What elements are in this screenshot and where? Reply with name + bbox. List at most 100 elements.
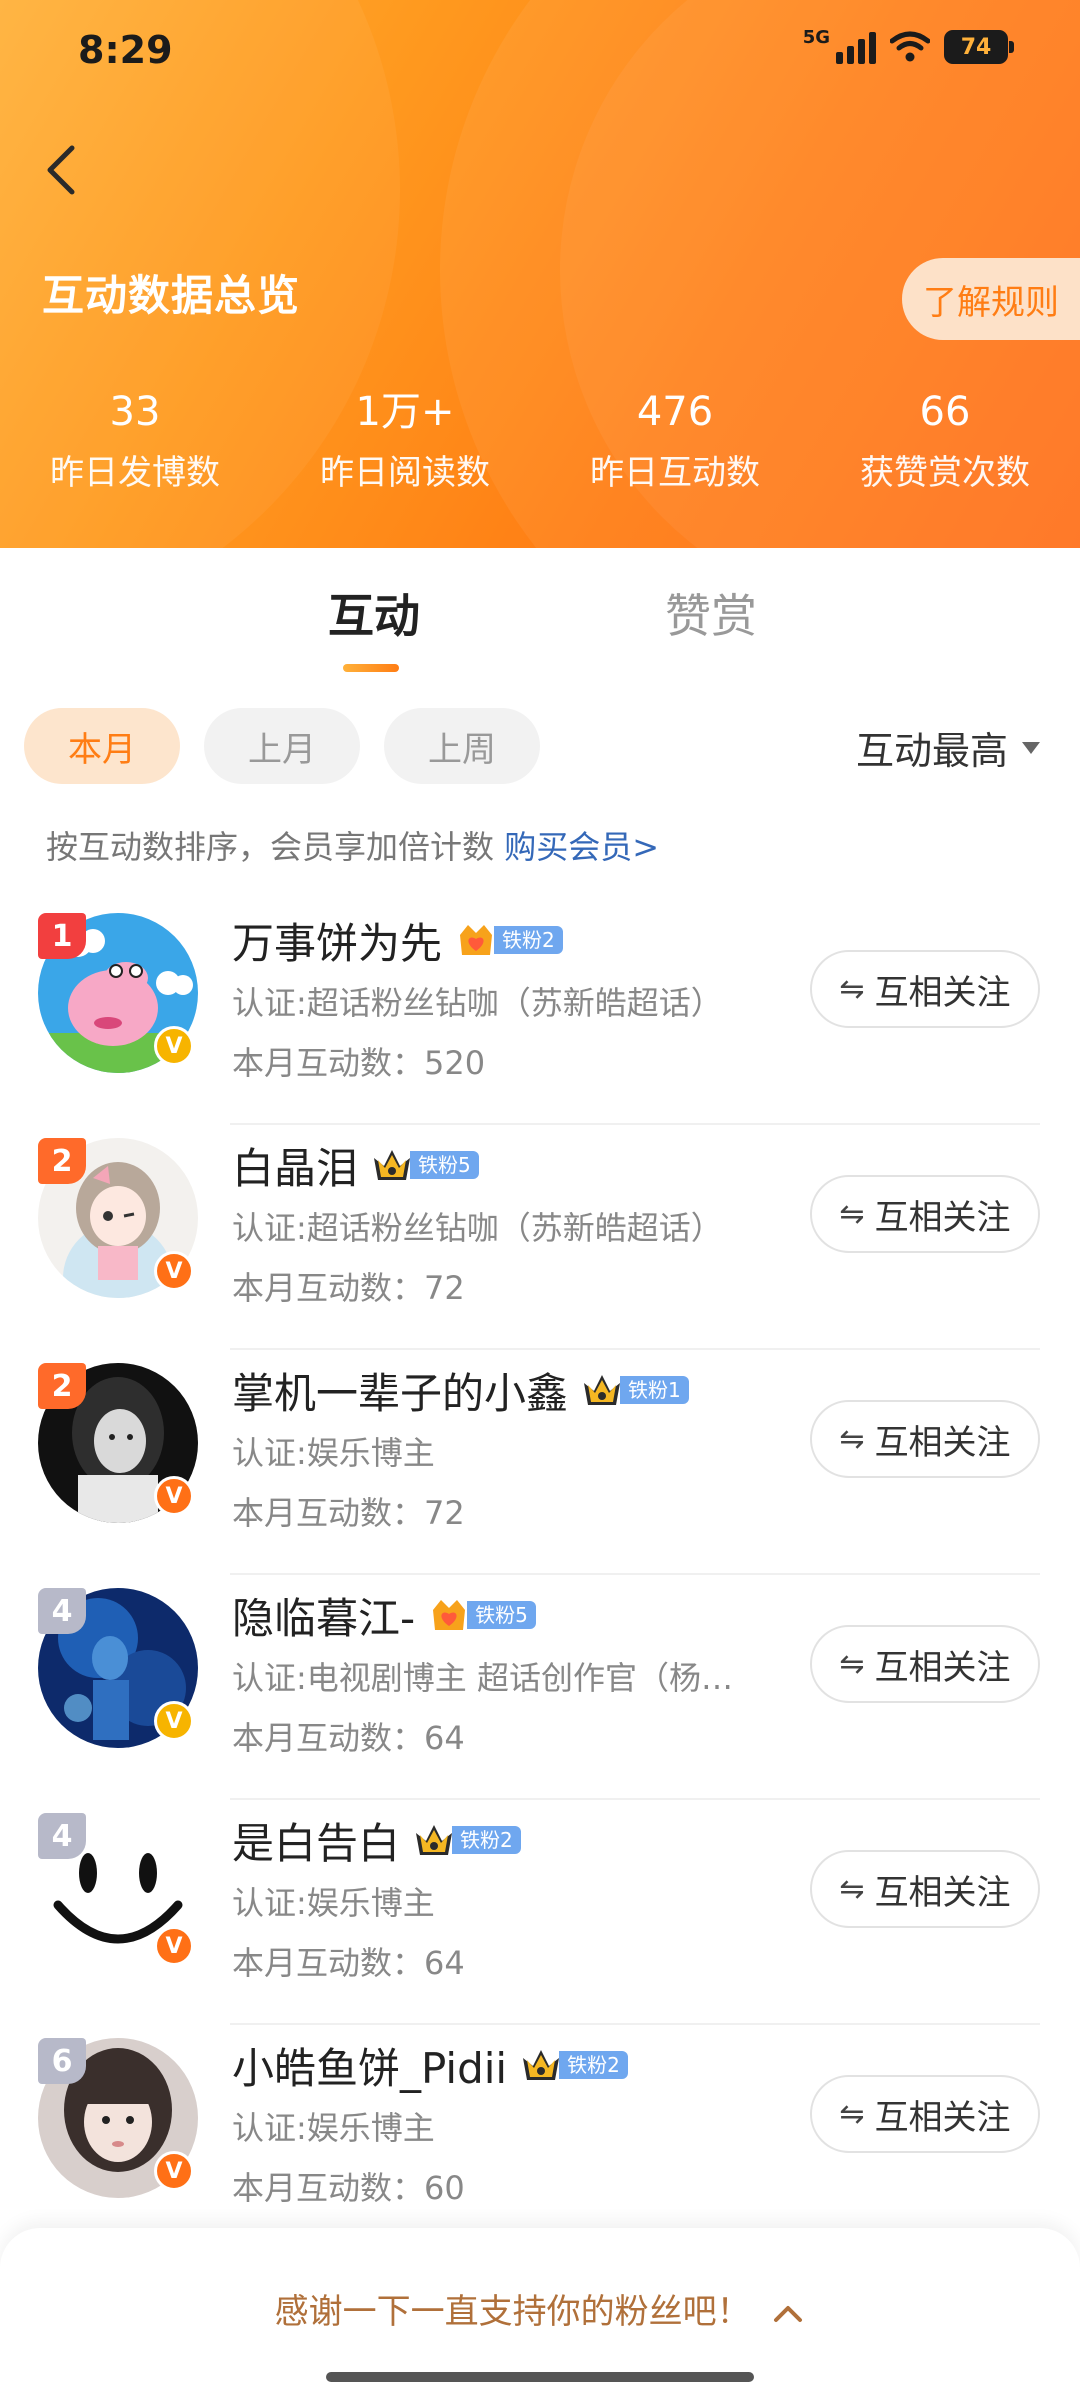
heart-crown-icon bbox=[460, 925, 493, 955]
monthly-count: 本月互动数：72 bbox=[232, 1269, 465, 1307]
swap-arrows-icon: ⇋ bbox=[839, 1646, 865, 1682]
rank-badge: 2 bbox=[38, 1363, 86, 1409]
list-item[interactable]: 6 V 小皓鱼饼_Pidii 铁粉2 认证:娱乐博主 本月互动数：60 ⇋ 互相… bbox=[0, 2025, 1080, 2250]
fan-badge: 铁粉5 bbox=[370, 1146, 479, 1184]
rank-badge: 6 bbox=[38, 2038, 86, 2084]
list-item[interactable]: 4 V 是白告白 铁粉2 认证:娱乐博主 本月互动数：64 ⇋ 互相关注 bbox=[0, 1800, 1080, 2025]
rank-badge: 4 bbox=[38, 1813, 86, 1859]
crown-icon bbox=[584, 1375, 621, 1405]
crown-icon bbox=[523, 2050, 560, 2080]
user-name[interactable]: 万事饼为先 bbox=[232, 910, 442, 971]
fan-badge: 铁粉2 bbox=[454, 921, 563, 959]
stats-row: 33 昨日发博数 1万+ 昨日阅读数 476 昨日互动数 66 获赞赏次数 bbox=[0, 385, 1080, 494]
fan-badge-label: 铁粉1 bbox=[620, 1376, 689, 1404]
fan-badge-label: 铁粉2 bbox=[494, 926, 563, 954]
filter-last-month[interactable]: 上月 bbox=[204, 708, 360, 784]
tab-interaction[interactable]: 互动 bbox=[328, 580, 420, 646]
stat-label: 昨日发博数 bbox=[50, 453, 220, 493]
fan-badge-label: 铁粉2 bbox=[452, 1826, 521, 1854]
mutual-follow-button[interactable]: ⇋ 互相关注 bbox=[810, 1850, 1040, 1928]
filter-this-month[interactable]: 本月 bbox=[24, 708, 180, 784]
sort-label: 互动最高 bbox=[855, 729, 1008, 773]
fan-badge-label: 铁粉2 bbox=[559, 2051, 628, 2079]
mutual-follow-button[interactable]: ⇋ 互相关注 bbox=[810, 1400, 1040, 1478]
crown-icon bbox=[374, 1150, 411, 1180]
verified-icon: V bbox=[154, 1701, 194, 1741]
tab-reward[interactable]: 赞赏 bbox=[665, 580, 757, 646]
user-info: 掌机一辈子的小鑫 铁粉1 认证:娱乐博主 本月互动数：72 bbox=[232, 1360, 792, 1534]
follow-label: 互相关注 bbox=[874, 1872, 1011, 1913]
tab-bar: 互动 赞赏 bbox=[0, 580, 1080, 680]
wifi-icon bbox=[890, 31, 930, 62]
filter-last-week[interactable]: 上周 bbox=[384, 708, 540, 784]
signal-icon bbox=[836, 30, 876, 64]
buy-membership-link[interactable]: 购买会员> bbox=[504, 828, 659, 866]
hint-text: 按互动数排序，会员享加倍计数 bbox=[46, 828, 505, 866]
user-certification: 认证:超话粉丝钻咖（苏新皓超话） bbox=[232, 1209, 723, 1247]
swap-arrows-icon: ⇋ bbox=[839, 1871, 865, 1907]
fan-badge: 铁粉5 bbox=[427, 1596, 536, 1634]
stat-posts: 33 昨日发博数 bbox=[0, 385, 270, 494]
user-info: 隐临暮江- 铁粉5 认证:电视剧博主 超话创作官（杨… 本月互动数：64 bbox=[232, 1585, 792, 1759]
chevron-left-icon bbox=[47, 145, 75, 195]
stat-rewards: 66 获赞赏次数 bbox=[810, 385, 1080, 494]
stat-value: 476 bbox=[636, 389, 714, 435]
user-name[interactable]: 掌机一辈子的小鑫 bbox=[232, 1360, 568, 1421]
monthly-count: 本月互动数：64 bbox=[232, 1944, 465, 1982]
sort-dropdown[interactable]: 互动最高 bbox=[856, 720, 1040, 775]
stat-value: 33 bbox=[109, 389, 161, 435]
sort-hint: 按互动数排序，会员享加倍计数 购买会员> bbox=[46, 822, 659, 868]
rank-badge: 1 bbox=[38, 913, 86, 959]
user-certification: 认证:娱乐博主 bbox=[232, 1884, 435, 1922]
verified-icon: V bbox=[154, 1026, 194, 1066]
list-item[interactable]: 2 V 白晶泪 铁粉5 认证:超话粉丝钻咖（苏新皓超话） 本月互动数：72 ⇋ … bbox=[0, 1125, 1080, 1350]
follow-label: 互相关注 bbox=[874, 1197, 1011, 1238]
stat-reads: 1万+ 昨日阅读数 bbox=[270, 385, 540, 494]
thanks-fans-button[interactable]: 感谢一下一直支持你的粉丝吧！ bbox=[0, 2284, 1080, 2333]
fan-badge-label: 铁粉5 bbox=[467, 1601, 536, 1629]
mutual-follow-button[interactable]: ⇋ 互相关注 bbox=[810, 950, 1040, 1028]
stat-label: 获赞赏次数 bbox=[860, 453, 1030, 493]
status-time: 8:29 bbox=[78, 28, 173, 72]
monthly-count: 本月互动数：72 bbox=[232, 1494, 465, 1532]
user-certification: 认证:电视剧博主 超话创作官（杨… bbox=[232, 1659, 733, 1697]
fan-list: 1 V 万事饼为先 铁粉2 认证:超话粉丝钻咖（苏新皓超话） 本月互动数：520… bbox=[0, 900, 1080, 2250]
heart-crown-icon bbox=[433, 1600, 466, 1630]
user-name[interactable]: 小皓鱼饼_Pidii bbox=[232, 2035, 507, 2096]
monthly-count: 本月互动数：64 bbox=[232, 1719, 465, 1757]
user-info: 小皓鱼饼_Pidii 铁粉2 认证:娱乐博主 本月互动数：60 bbox=[232, 2035, 792, 2209]
user-name[interactable]: 是白告白 bbox=[232, 1810, 400, 1871]
list-item[interactable]: 4 V 隐临暮江- 铁粉5 认证:电视剧博主 超话创作官（杨… 本月互动数：64… bbox=[0, 1575, 1080, 1800]
rank-badge: 4 bbox=[38, 1588, 86, 1634]
user-name[interactable]: 白晶泪 bbox=[232, 1135, 358, 1196]
mutual-follow-button[interactable]: ⇋ 互相关注 bbox=[810, 2075, 1040, 2153]
rules-button[interactable]: 了解规则 bbox=[902, 258, 1080, 340]
battery-icon: 74 bbox=[944, 30, 1014, 64]
mutual-follow-button[interactable]: ⇋ 互相关注 bbox=[810, 1625, 1040, 1703]
list-item[interactable]: 1 V 万事饼为先 铁粉2 认证:超话粉丝钻咖（苏新皓超话） 本月互动数：520… bbox=[0, 900, 1080, 1125]
caret-down-icon bbox=[1022, 741, 1040, 754]
home-indicator[interactable] bbox=[326, 2372, 754, 2382]
swap-arrows-icon: ⇋ bbox=[839, 971, 865, 1007]
user-name[interactable]: 隐临暮江- bbox=[232, 1585, 415, 1646]
fan-badge: 铁粉2 bbox=[412, 1821, 521, 1859]
monthly-count: 本月互动数：520 bbox=[232, 1044, 486, 1082]
swap-arrows-icon: ⇋ bbox=[839, 1196, 865, 1232]
stat-value: 66 bbox=[919, 389, 971, 435]
user-info: 是白告白 铁粉2 认证:娱乐博主 本月互动数：64 bbox=[232, 1810, 792, 1984]
status-bar: 8:29 5G 74 bbox=[0, 0, 1080, 100]
verified-icon: V bbox=[154, 2151, 194, 2191]
network-label: 5G bbox=[802, 26, 830, 48]
list-item[interactable]: 2 V 掌机一辈子的小鑫 铁粉1 认证:娱乐博主 本月互动数：72 ⇋ 互相关注 bbox=[0, 1350, 1080, 1575]
thanks-label: 感谢一下一直支持你的粉丝吧！ bbox=[274, 2292, 751, 2332]
user-info: 万事饼为先 铁粉2 认证:超话粉丝钻咖（苏新皓超话） 本月互动数：520 bbox=[232, 910, 792, 1084]
stat-interactions: 476 昨日互动数 bbox=[540, 385, 810, 494]
period-filters: 本月 上月 上周 bbox=[24, 708, 540, 784]
fan-badge: 铁粉1 bbox=[580, 1371, 689, 1409]
chevron-up-icon bbox=[774, 2305, 803, 2322]
swap-arrows-icon: ⇋ bbox=[839, 2096, 865, 2132]
back-button[interactable] bbox=[36, 140, 96, 200]
mutual-follow-button[interactable]: ⇋ 互相关注 bbox=[810, 1175, 1040, 1253]
fan-badge-label: 铁粉5 bbox=[410, 1151, 479, 1179]
user-certification: 认证:超话粉丝钻咖（苏新皓超话） bbox=[232, 984, 723, 1022]
